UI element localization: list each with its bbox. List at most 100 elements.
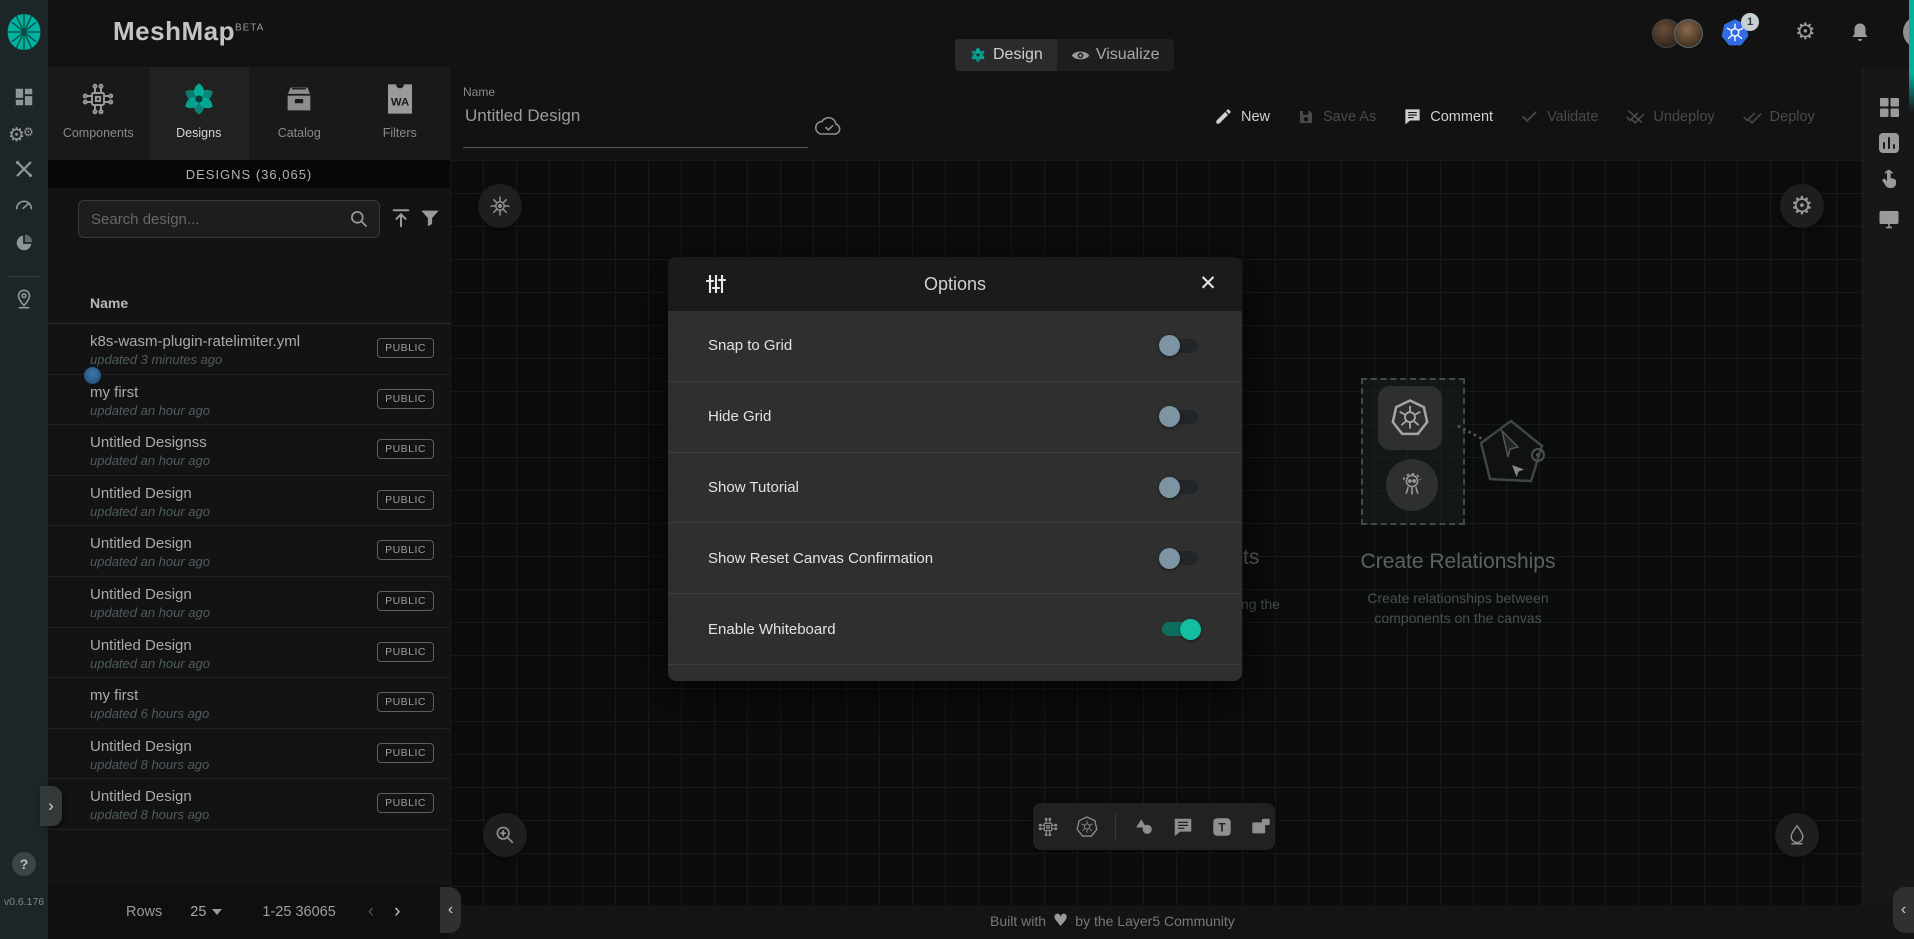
design-updated: updated an hour ago: [90, 504, 210, 519]
dock-divider: [1115, 814, 1116, 840]
option-row: Show Reset Canvas Confirmation: [668, 523, 1242, 594]
lifecycle-gears-icon[interactable]: ⚙ ⚙: [8, 120, 38, 146]
design-list-item[interactable]: Untitled Design updated an hour ago PUBL…: [48, 628, 450, 679]
deploy-button[interactable]: Deploy: [1742, 107, 1815, 126]
snap-to-grid-toggle[interactable]: [1162, 339, 1198, 353]
svg-text:T: T: [1218, 820, 1226, 834]
tab-design[interactable]: Design: [955, 39, 1057, 71]
design-list: k8s-wasm-plugin-ratelimiter.yml updated …: [48, 324, 450, 830]
pencil-icon: [1214, 107, 1233, 126]
relationship-hint-heading: Create Relationships: [1350, 550, 1566, 574]
mesh-pie-icon[interactable]: [13, 232, 35, 254]
expand-drawer-chevron[interactable]: ›: [40, 786, 62, 826]
options-modal-title: Options: [668, 274, 1242, 295]
filter-funnel-icon[interactable]: [419, 207, 441, 229]
tab-designs[interactable]: Designs: [149, 67, 250, 160]
design-visibility-badge: PUBLIC: [377, 490, 434, 510]
new-design-button[interactable]: New: [1214, 107, 1270, 126]
text-tool-icon[interactable]: T: [1211, 816, 1233, 838]
relationship-hint-body: Create relationships between components …: [1340, 588, 1576, 629]
design-header-strip: Name New Save As: [450, 67, 1914, 160]
rows-per-page-select[interactable]: 25: [190, 904, 222, 920]
design-name-input[interactable]: [463, 105, 807, 127]
helm-wheel-button[interactable]: [478, 184, 522, 228]
tab-catalog[interactable]: Catalog: [249, 67, 350, 160]
show-reset-canvas-confirmation-toggle[interactable]: [1162, 551, 1198, 565]
display-monitor-icon[interactable]: [1877, 207, 1901, 231]
design-name: Untitled Design: [90, 535, 192, 552]
occluded-hint-body-fragment: ng the: [1241, 596, 1280, 612]
design-list-item[interactable]: k8s-wasm-plugin-ratelimiter.yml updated …: [48, 324, 450, 375]
collapse-drawer-chevron[interactable]: ‹: [440, 887, 461, 933]
tab-components[interactable]: Components: [48, 67, 149, 160]
settings-gear-icon[interactable]: ⚙: [1795, 20, 1816, 44]
zoom-magnifier-icon: [494, 824, 516, 846]
comment-button[interactable]: Comment: [1403, 107, 1493, 126]
comment-tool-icon[interactable]: [1172, 816, 1194, 838]
design-visibility-badge: PUBLIC: [377, 793, 434, 813]
components-grid-icon[interactable]: [1877, 95, 1901, 119]
design-list-item[interactable]: Untitled Design updated an hour ago PUBL…: [48, 577, 450, 628]
performance-gauge-icon[interactable]: [13, 194, 35, 216]
validate-button[interactable]: Validate: [1520, 107, 1598, 126]
shapes-tool-icon[interactable]: [1133, 816, 1155, 838]
app-title: MeshMapBETA: [113, 16, 264, 47]
search-icon[interactable]: [349, 209, 369, 229]
check-icon: [1520, 107, 1539, 126]
options-modal-header: Options ✕: [668, 257, 1242, 311]
droplet-icon: [1787, 824, 1807, 846]
design-visibility-badge: PUBLIC: [377, 338, 434, 358]
search-input[interactable]: [79, 211, 349, 228]
design-name: my first: [90, 384, 138, 401]
wasm-filters-icon: WA: [384, 81, 416, 117]
layer5-logo-icon[interactable]: [6, 12, 42, 52]
squid-icon: [1396, 469, 1428, 501]
import-design-icon[interactable]: [390, 207, 412, 229]
design-visibility-badge: PUBLIC: [377, 439, 434, 459]
save-as-button[interactable]: Save As: [1297, 108, 1376, 126]
design-list-item[interactable]: Untitled Design updated 8 hours ago PUBL…: [48, 779, 450, 830]
undeploy-button[interactable]: Undeploy: [1625, 107, 1714, 126]
prev-page-button[interactable]: ‹: [368, 901, 374, 923]
hide-grid-toggle[interactable]: [1162, 410, 1198, 424]
collaborator-avatar-2[interactable]: [1674, 19, 1703, 48]
canvas-settings-button[interactable]: ⚙: [1780, 184, 1824, 228]
collapse-right-panel-chevron[interactable]: ‹: [1893, 887, 1914, 933]
option-row: Show Tutorial: [668, 453, 1242, 524]
show-tutorial-toggle[interactable]: [1162, 480, 1198, 494]
media-tool-icon[interactable]: [1250, 816, 1272, 838]
design-list-item[interactable]: Untitled Design updated an hour ago PUBL…: [48, 476, 450, 527]
design-name-label: Name: [463, 85, 495, 99]
ink-droplet-button[interactable]: [1775, 813, 1819, 857]
configuration-tools-icon[interactable]: [13, 158, 35, 180]
tab-visualize[interactable]: Visualize: [1057, 39, 1174, 71]
close-icon[interactable]: ✕: [1196, 272, 1220, 296]
top-app-bar: MeshMapBETA Design: [48, 0, 1914, 67]
notifications-bell-icon[interactable]: [1848, 21, 1872, 45]
zoom-in-button[interactable]: [483, 813, 527, 857]
footer-credit: Built with ♥ by the Layer5 Community: [990, 913, 1235, 929]
dashboard-chart-icon[interactable]: [1877, 131, 1901, 155]
meshmap-pin-icon[interactable]: [13, 288, 35, 310]
kubernetes-tool-icon[interactable]: [1076, 816, 1098, 838]
next-page-button[interactable]: ›: [394, 901, 400, 923]
enable-whiteboard-toggle[interactable]: [1162, 622, 1198, 636]
tab-filters[interactable]: WA Filters: [350, 67, 451, 160]
design-list-item[interactable]: my first updated 6 hours ago PUBLIC: [48, 678, 450, 729]
left-icon-rail: ⚙ ⚙ › ? v0.6.176: [0, 0, 48, 939]
design-updated: updated an hour ago: [90, 403, 210, 418]
design-list-item[interactable]: my first updated an hour ago PUBLIC: [48, 375, 450, 426]
dashboard-icon[interactable]: [13, 86, 35, 108]
design-updated: updated an hour ago: [90, 453, 210, 468]
option-label: Snap to Grid: [708, 337, 792, 354]
design-list-item[interactable]: Untitled Designss updated an hour ago PU…: [48, 425, 450, 476]
design-name: Untitled Designss: [90, 434, 207, 451]
component-shape-tool-icon[interactable]: [1037, 816, 1059, 838]
design-list-item[interactable]: Untitled Design updated an hour ago PUBL…: [48, 526, 450, 577]
name-column-header[interactable]: Name: [90, 295, 128, 311]
catalog-drawer-icon: [282, 81, 316, 117]
help-icon[interactable]: ?: [12, 852, 36, 876]
design-list-item[interactable]: Untitled Design updated 8 hours ago PUBL…: [48, 729, 450, 780]
helm-wheel-icon: [488, 194, 512, 218]
interact-touch-icon[interactable]: [1877, 167, 1901, 191]
